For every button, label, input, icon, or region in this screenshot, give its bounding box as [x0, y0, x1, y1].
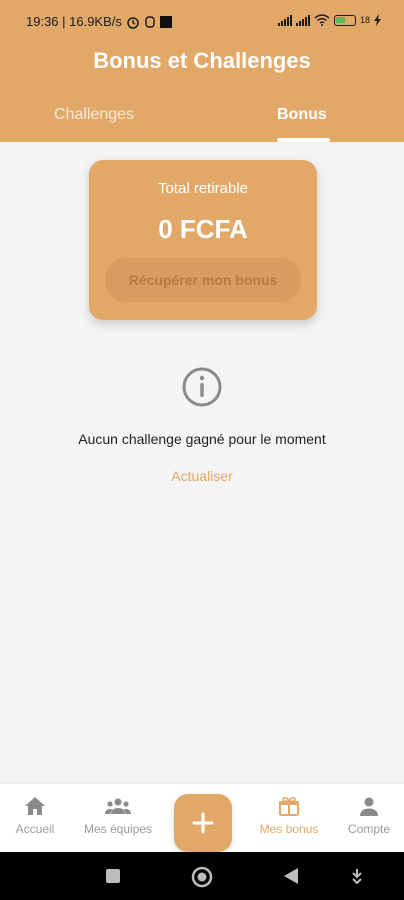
nav-item-teams[interactable]: Mes équipes: [78, 796, 158, 836]
status-time: 19:36 | 16.9KB/s: [26, 14, 122, 29]
nav-label-account: Compte: [347, 822, 391, 836]
app-notification-icon: [159, 15, 172, 28]
add-button[interactable]: [174, 794, 232, 852]
charging-icon: [374, 14, 381, 26]
plus-icon: [192, 812, 214, 834]
nav-label-teams: Mes équipes: [83, 822, 153, 836]
signal-icon: [277, 14, 292, 26]
home-button-icon[interactable]: [191, 866, 213, 888]
notification-icon: [145, 15, 155, 28]
info-icon: [182, 367, 222, 407]
tab-challenges[interactable]: Challenges: [54, 106, 134, 124]
status-bar: 19:36 | 16.9KB/s 18: [0, 8, 404, 36]
keyboard-hide-icon[interactable]: [350, 868, 364, 884]
bonus-card: Total retirable 0 FCFA Récupérer mon bon…: [89, 160, 317, 320]
active-tab-indicator: [277, 138, 330, 142]
refresh-link[interactable]: Actualiser: [0, 468, 404, 484]
wifi-icon: [314, 14, 330, 26]
system-nav-bar: [0, 852, 404, 900]
nav-item-home[interactable]: Accueil: [0, 796, 75, 836]
person-icon: [360, 797, 378, 816]
app-header: 19:36 | 16.9KB/s 18 Bonus et Challenges …: [0, 0, 404, 142]
home-icon: [25, 797, 45, 815]
status-right: 18: [277, 14, 382, 26]
tab-bonus[interactable]: Bonus: [277, 106, 327, 124]
empty-state-message: Aucun challenge gagné pour le moment: [78, 431, 326, 447]
withdrawable-label: Total retirable: [157, 180, 249, 197]
back-icon[interactable]: [283, 867, 299, 885]
battery-icon: [333, 14, 356, 26]
nav-label-bonus: Mes bonus: [259, 822, 319, 836]
claim-bonus-button[interactable]: Récupérer mon bonus: [105, 258, 301, 302]
signal-icon-2: [295, 14, 310, 26]
nav-label-home: Accueil: [15, 822, 55, 836]
withdrawable-amount: 0 FCFA: [158, 214, 248, 244]
team-icon: [105, 798, 131, 814]
page-title: Bonus et Challenges: [93, 48, 311, 73]
gift-icon: [279, 797, 299, 816]
nav-item-bonus[interactable]: Mes bonus: [249, 796, 329, 836]
status-left: 19:36 | 16.9KB/s: [26, 14, 172, 29]
recent-apps-icon[interactable]: [105, 868, 121, 884]
nav-item-account[interactable]: Compte: [329, 796, 404, 836]
battery-level: 18: [359, 15, 370, 25]
alarm-icon: [127, 16, 139, 29]
